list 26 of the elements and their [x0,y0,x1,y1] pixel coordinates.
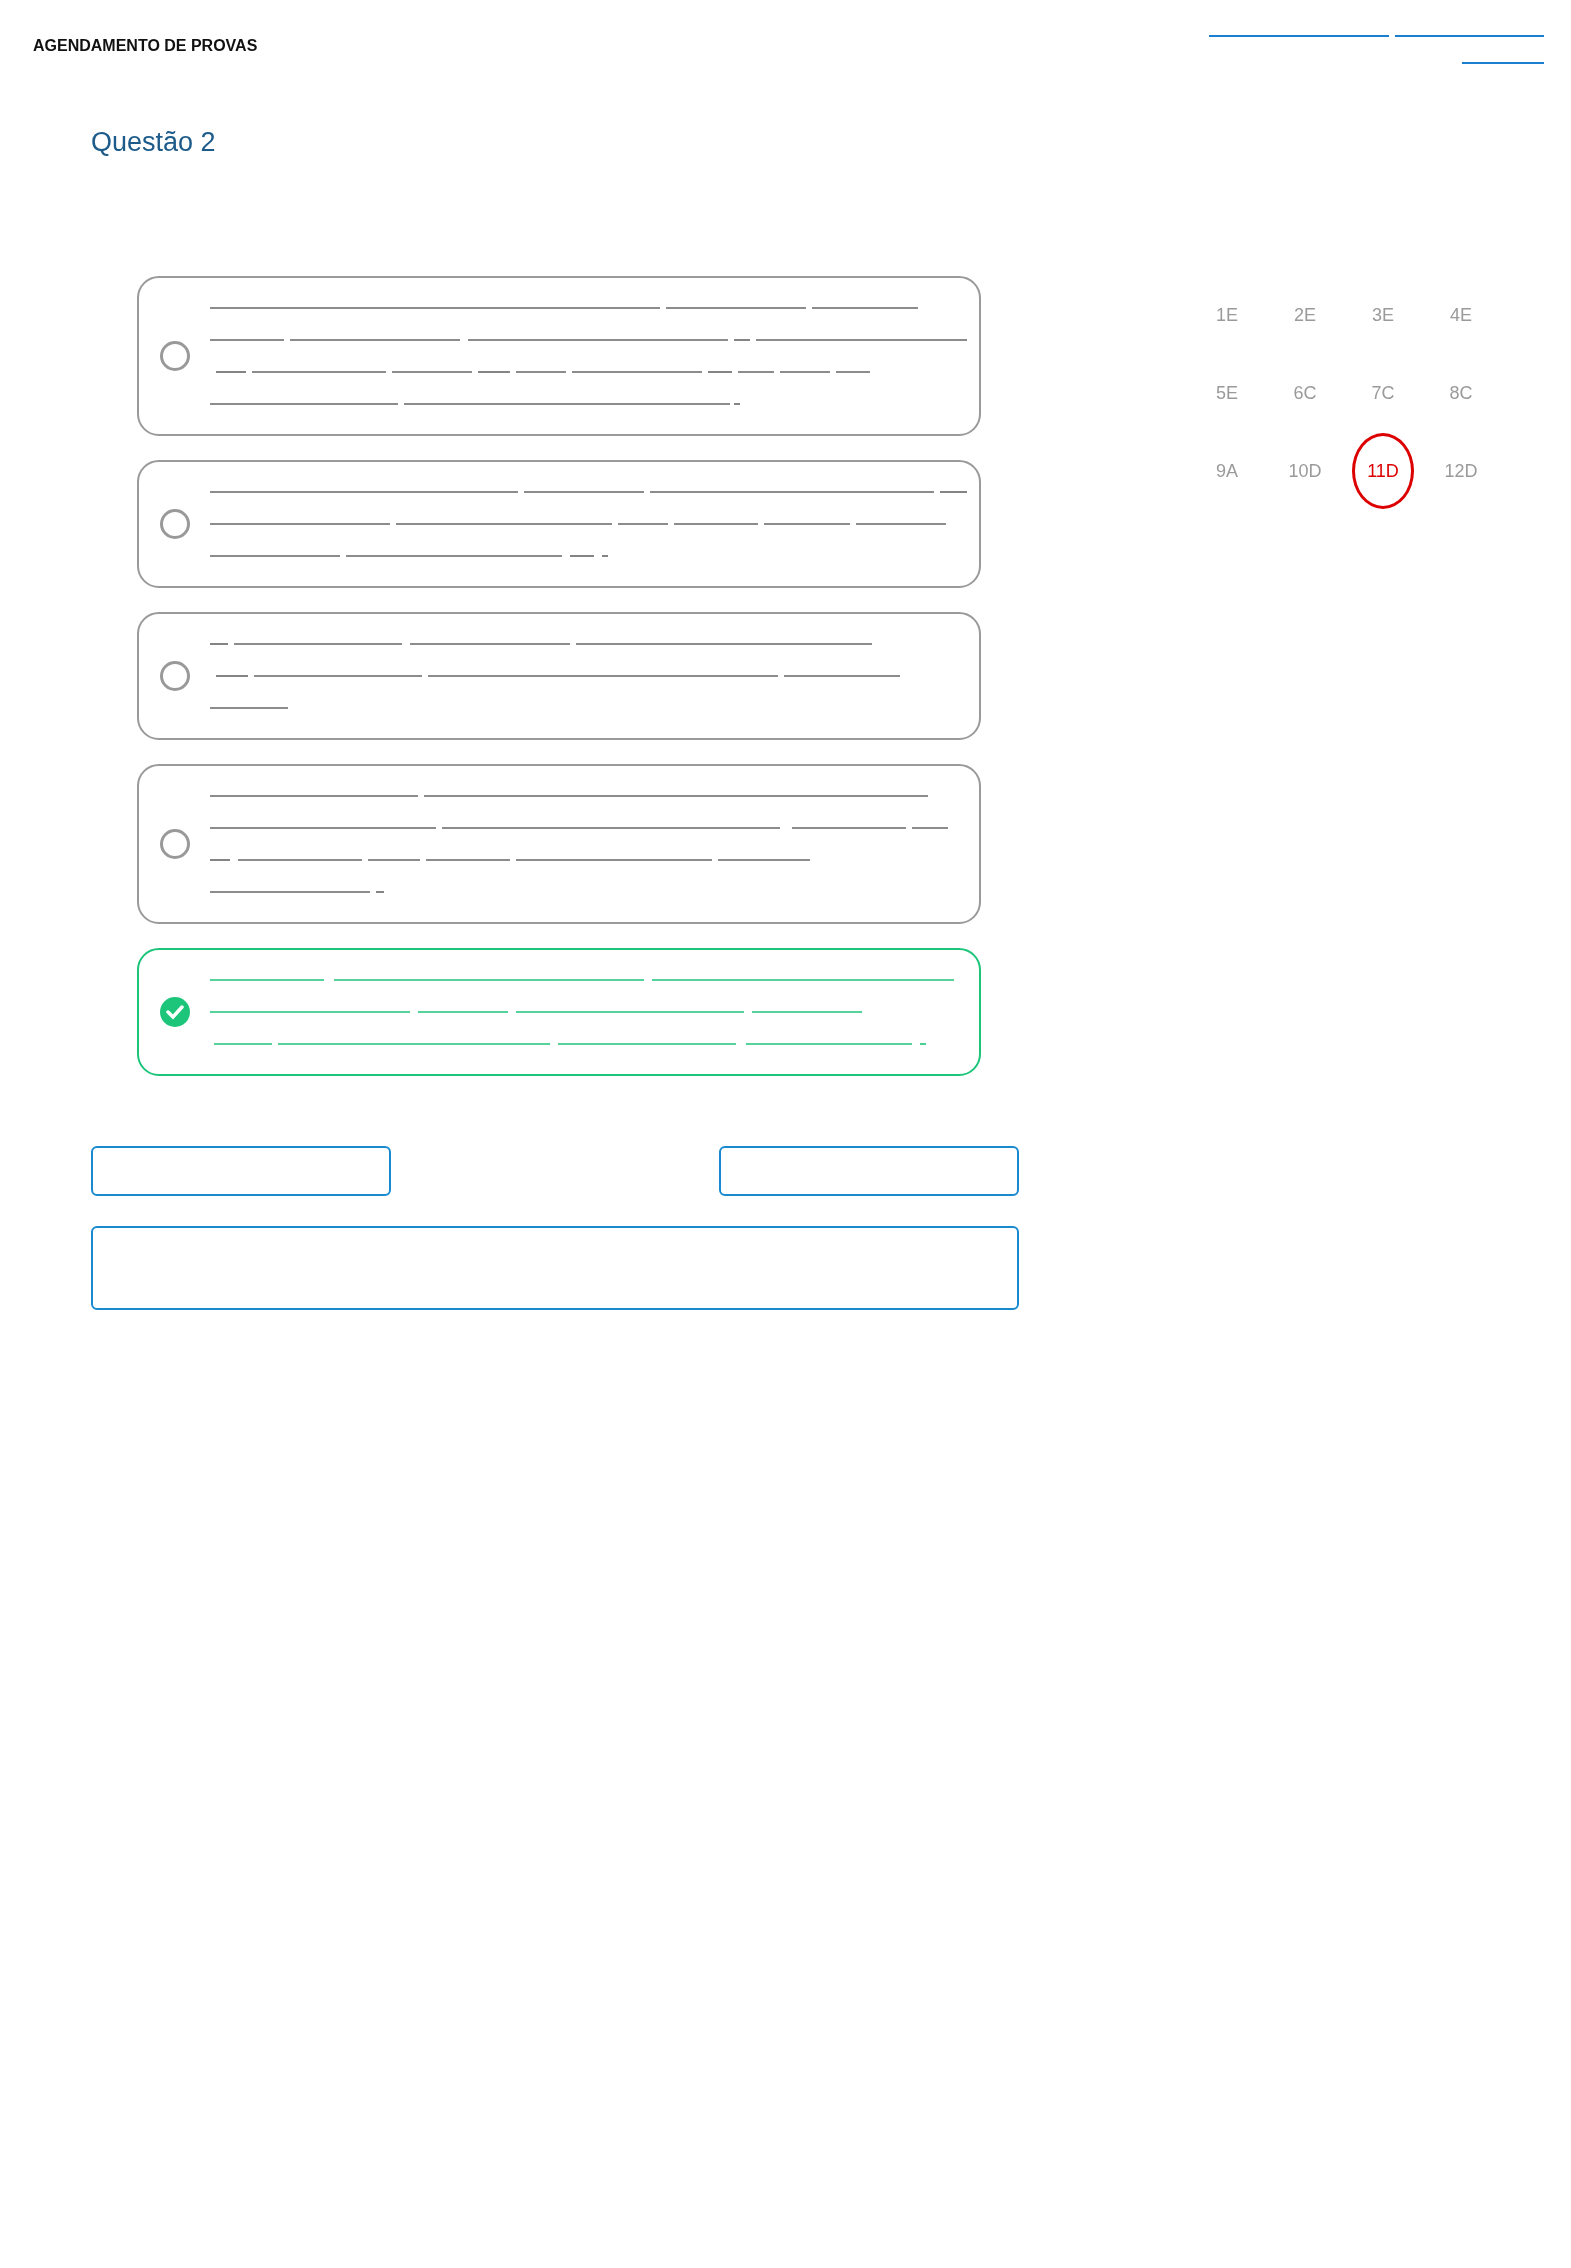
question-number[interactable]: 2E [1266,278,1344,352]
question-number[interactable]: 12D [1422,434,1500,508]
answer-option[interactable] [137,764,981,925]
outline-button[interactable] [91,1226,1019,1311]
app-title: AGENDAMENTO DE PROVAS [33,36,258,56]
question-number[interactable]: 7C [1344,356,1422,430]
question-number[interactable]: 5E [1188,356,1266,430]
radio-circle[interactable] [159,340,191,373]
radio-circle[interactable] [159,508,191,541]
question-number[interactable]: 10D [1266,434,1344,508]
question-number[interactable]: 8C [1422,356,1500,430]
outline-button[interactable] [91,1146,391,1197]
radio-circle[interactable] [159,828,191,861]
radio-circle[interactable] [159,660,191,693]
answer-option[interactable] [137,612,981,741]
question-number[interactable]: 1E [1188,278,1266,352]
question-title: Questão 2 [91,126,216,159]
question-number[interactable]: 9A [1188,434,1266,508]
answer-option[interactable] [137,276,981,437]
outline-button[interactable] [719,1146,1019,1197]
question-number[interactable]: 3E [1344,278,1422,352]
answer-option[interactable] [137,948,981,1077]
question-number[interactable]: 6C [1266,356,1344,430]
question-number[interactable]: 4E [1422,278,1500,352]
check-circle-icon [159,996,191,1029]
answer-option[interactable] [137,460,981,589]
